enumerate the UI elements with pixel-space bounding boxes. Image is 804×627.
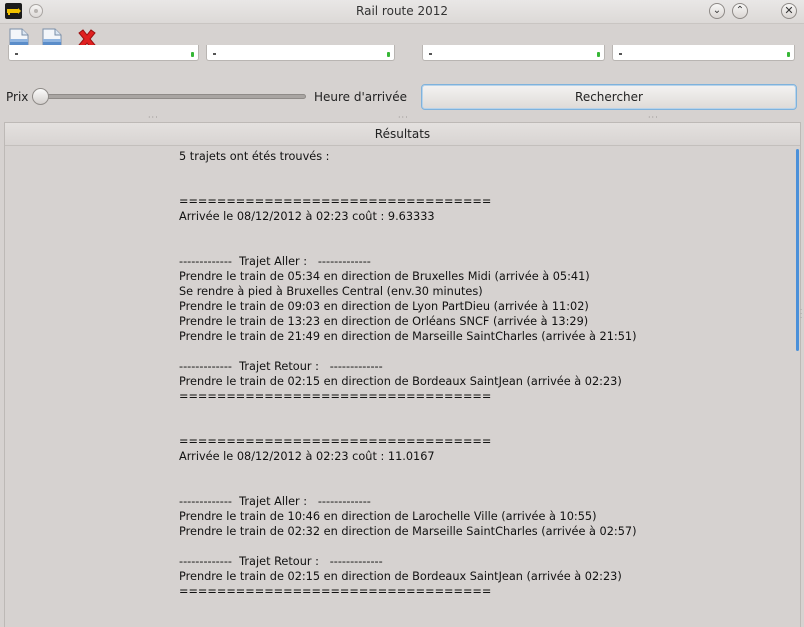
- result-line: Arrivée le 08/12/2012 à 02:23 coût : 11.…: [179, 450, 435, 463]
- close-button[interactable]: ✕: [781, 3, 797, 19]
- result-line: [179, 464, 779, 479]
- splitter-handle[interactable]: ···: [648, 113, 659, 122]
- result-line: [179, 404, 779, 419]
- result-line: ------------- Trajet Aller : -----------…: [179, 255, 371, 268]
- search-button[interactable]: Rechercher: [421, 84, 797, 110]
- result-line: [179, 539, 779, 554]
- arrival-date-field[interactable]: [612, 45, 795, 61]
- slider-handle[interactable]: [32, 88, 49, 105]
- result-line: [179, 344, 779, 359]
- window-title: Rail route 2012: [356, 4, 448, 18]
- price-arrival-slider[interactable]: [32, 88, 306, 106]
- results-header: Résultats: [5, 123, 800, 146]
- result-line: [179, 224, 779, 239]
- result-line: Arrivée le 08/12/2012 à 02:23 coût : 9.6…: [179, 210, 435, 223]
- window-resize-grip[interactable]: · · ·: [800, 307, 802, 322]
- result-line: ------------- Trajet Aller : -----------…: [179, 495, 371, 508]
- result-line: =================================: [179, 195, 492, 208]
- result-line: [179, 239, 779, 254]
- result-line: Prendre le train de 02:15 en direction d…: [179, 570, 622, 583]
- result-line: Prendre le train de 13:23 en direction d…: [179, 315, 589, 328]
- result-line: =================================: [179, 585, 492, 598]
- result-line: =================================: [179, 390, 492, 403]
- result-line: Prendre le train de 21:49 en direction d…: [179, 330, 637, 343]
- minimize-button[interactable]: ⌄: [709, 3, 725, 19]
- scrollbar-thumb[interactable]: [796, 149, 799, 351]
- result-line: =================================: [179, 435, 492, 448]
- splitter-handle[interactable]: ···: [398, 113, 409, 122]
- result-line: [179, 419, 779, 434]
- result-line: Prendre le train de 02:32 en direction d…: [179, 525, 637, 538]
- arrival-city-field[interactable]: [206, 45, 395, 61]
- result-line: Prendre le train de 05:34 en direction d…: [179, 270, 590, 283]
- departure-city-field[interactable]: [8, 45, 199, 61]
- result-line: Prendre le train de 09:03 en direction d…: [179, 300, 589, 313]
- result-line: ------------- Trajet Retour : ----------…: [179, 555, 383, 568]
- result-line: Se rendre à pied à Bruxelles Central (en…: [179, 285, 483, 298]
- result-line: [179, 164, 779, 179]
- slider-groove[interactable]: [32, 94, 306, 99]
- splitter-handle[interactable]: ···: [148, 113, 159, 122]
- result-line: Prendre le train de 02:15 en direction d…: [179, 375, 622, 388]
- arrival-time-label: Heure d'arrivée: [314, 90, 408, 104]
- departure-date-field[interactable]: [422, 45, 605, 61]
- title-bar[interactable]: Rail route 2012 ⌄ ⌃ ✕: [0, 0, 804, 24]
- result-line: [179, 479, 779, 494]
- results-panel: Résultats 5 trajets ont étés trouvés : ==…: [4, 122, 801, 627]
- results-scrollbar[interactable]: [795, 146, 801, 626]
- result-line: Prendre le train de 10:46 en direction d…: [179, 510, 597, 523]
- maximize-button[interactable]: ⌃: [732, 3, 748, 19]
- price-label: Prix: [6, 90, 29, 104]
- result-line: ------------- Trajet Retour : ----------…: [179, 360, 383, 373]
- result-line: [179, 179, 779, 194]
- result-line: 5 trajets ont étés trouvés :: [179, 150, 330, 163]
- results-text[interactable]: 5 trajets ont étés trouvés : ============…: [179, 149, 779, 599]
